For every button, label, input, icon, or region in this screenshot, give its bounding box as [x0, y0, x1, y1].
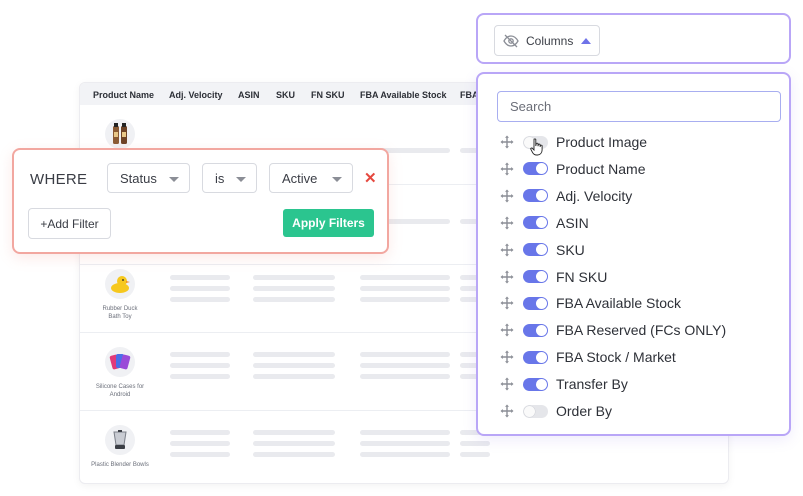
header-fba-available-stock[interactable]: FBA Available Stock — [360, 90, 447, 100]
column-item[interactable]: FN SKU — [500, 267, 607, 287]
phone-cases-icon — [105, 347, 135, 377]
column-item[interactable]: FBA Reserved (FCs ONLY) — [500, 320, 726, 340]
column-toggle[interactable] — [523, 162, 548, 176]
column-toggle[interactable] — [523, 350, 548, 364]
apply-filters-button[interactable]: Apply Filters — [283, 209, 374, 237]
column-label: Product Image — [556, 134, 648, 150]
drag-handle-icon[interactable] — [500, 216, 514, 230]
drag-handle-icon[interactable] — [500, 135, 514, 149]
blender-icon — [105, 425, 135, 455]
column-label: FBA Reserved (FCs ONLY) — [556, 322, 727, 339]
column-label: Transfer By — [556, 376, 628, 393]
column-item[interactable]: Product Name — [500, 159, 645, 179]
column-label: ASIN — [556, 214, 589, 231]
header-adj-velocity[interactable]: Adj. Velocity — [169, 90, 223, 100]
column-toggle[interactable] — [523, 189, 548, 203]
columns-button[interactable]: Columns — [494, 25, 600, 56]
column-item[interactable]: ASIN — [500, 213, 589, 233]
drag-handle-icon[interactable] — [500, 377, 514, 391]
column-toggle[interactable] — [523, 216, 548, 230]
chevron-down-icon — [332, 177, 342, 182]
drag-handle-icon[interactable] — [500, 162, 514, 176]
chevron-down-icon — [169, 177, 179, 182]
hand-cursor-icon — [530, 138, 543, 156]
rubber-duck-icon — [105, 269, 135, 299]
filter-value-value: Active — [282, 170, 318, 186]
product-name: Silicone Cases for Android — [95, 384, 145, 398]
product-name: Rubber Duck Bath Toy — [102, 306, 138, 320]
filter-panel: WHERE Status is Active ✕ +Add Filter App… — [12, 148, 389, 254]
header-fn-sku[interactable]: FN SKU — [311, 90, 345, 100]
column-label: FBA Available Stock — [556, 295, 682, 312]
columns-panel: Product Image Product Name Adj. Velocity AS… — [476, 72, 791, 436]
filter-value-select[interactable]: Active — [269, 163, 353, 193]
column-item[interactable]: Adj. Velocity — [500, 186, 632, 206]
column-item[interactable]: SKU — [500, 240, 585, 260]
column-search-input[interactable] — [497, 91, 781, 122]
columns-toolbar: Columns — [476, 13, 791, 64]
drag-handle-icon[interactable] — [500, 404, 514, 418]
where-label: WHERE — [30, 171, 88, 188]
column-label: Adj. Velocity — [556, 187, 633, 204]
column-label: Product Name — [556, 160, 646, 177]
column-toggle[interactable] — [523, 323, 548, 337]
eye-off-icon — [503, 34, 519, 47]
columns-button-label: Columns — [526, 33, 574, 48]
column-label: FBA Stock / Market — [556, 349, 676, 366]
column-item[interactable]: Transfer By — [500, 374, 628, 394]
remove-filter-icon[interactable]: ✕ — [364, 169, 377, 187]
filter-operator-select[interactable]: is — [202, 163, 257, 193]
column-label: FN SKU — [556, 268, 608, 285]
bottle-icon — [105, 119, 135, 149]
drag-handle-icon[interactable] — [500, 270, 514, 284]
drag-handle-icon[interactable] — [500, 323, 514, 337]
column-toggle[interactable] — [523, 270, 548, 283]
column-toggle[interactable] — [523, 296, 548, 310]
column-toggle[interactable] — [523, 404, 548, 418]
drag-handle-icon[interactable] — [500, 350, 514, 364]
column-item[interactable]: Product Image — [500, 132, 647, 152]
drag-handle-icon[interactable] — [500, 296, 514, 310]
product-name: Plastic Blender Bowls — [91, 462, 149, 468]
filter-field-select[interactable]: Status — [107, 163, 190, 193]
filter-operator-value: is — [215, 170, 225, 186]
header-sku[interactable]: SKU — [276, 90, 295, 100]
caret-up-icon — [581, 37, 592, 44]
column-label: SKU — [556, 241, 585, 258]
chevron-down-icon — [236, 177, 246, 182]
column-toggle[interactable] — [523, 377, 548, 391]
column-item[interactable]: Order By — [500, 401, 612, 421]
filter-field-value: Status — [120, 170, 157, 186]
column-label: Order By — [556, 403, 613, 419]
column-toggle[interactable] — [523, 243, 548, 257]
header-asin[interactable]: ASIN — [238, 90, 260, 100]
drag-handle-icon[interactable] — [500, 189, 514, 203]
column-item[interactable]: FBA Available Stock — [500, 293, 681, 313]
drag-handle-icon[interactable] — [500, 243, 514, 257]
add-filter-button[interactable]: +Add Filter — [28, 208, 111, 239]
header-product-name[interactable]: Product Name — [93, 90, 154, 100]
column-item[interactable]: FBA Stock / Market — [500, 347, 676, 367]
